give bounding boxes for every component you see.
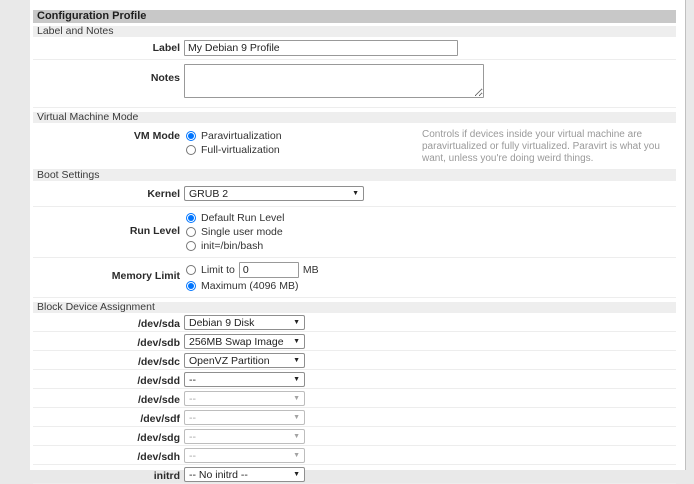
device-select-sdg[interactable]: -- ▼ bbox=[184, 429, 305, 444]
dropdown-arrow-icon: ▼ bbox=[352, 190, 359, 198]
memory-limit-max-radio[interactable] bbox=[186, 281, 196, 291]
run-level-init-bash-label: init=/bin/bash bbox=[201, 240, 263, 252]
device-select-sdd[interactable]: -- ▼ bbox=[184, 372, 305, 387]
device-select-sde-value: -- bbox=[189, 393, 196, 405]
device-row-sdf: /dev/sdf -- ▼ bbox=[33, 408, 676, 427]
memory-limit-unit-label: MB bbox=[303, 264, 319, 276]
device-label-sdf: /dev/sdf bbox=[33, 410, 184, 425]
memory-limit-input[interactable] bbox=[239, 262, 299, 278]
section-heading-block-devices: Block Device Assignment bbox=[33, 302, 676, 313]
device-label-sdb: /dev/sdb bbox=[33, 334, 184, 349]
device-select-sda[interactable]: Debian 9 Disk ▼ bbox=[184, 315, 305, 330]
memory-limit-to-radio[interactable] bbox=[186, 265, 196, 275]
device-select-initrd-value: -- No initrd -- bbox=[189, 469, 248, 481]
dropdown-arrow-icon: ▼ bbox=[293, 433, 300, 441]
dropdown-arrow-icon: ▼ bbox=[293, 376, 300, 384]
device-select-sda-value: Debian 9 Disk bbox=[189, 317, 254, 329]
kernel-row: Kernel GRUB 2 ▼ bbox=[33, 181, 676, 207]
dropdown-arrow-icon: ▼ bbox=[293, 452, 300, 460]
device-select-sdb[interactable]: 256MB Swap Image ▼ bbox=[184, 334, 305, 349]
section-heading-boot-settings: Boot Settings bbox=[33, 170, 676, 181]
vm-mode-help-text: Controls if devices inside your virtual … bbox=[422, 128, 676, 165]
section-heading-vm-mode: Virtual Machine Mode bbox=[33, 112, 676, 123]
dropdown-arrow-icon: ▼ bbox=[293, 414, 300, 422]
device-row-sdd: /dev/sdd -- ▼ bbox=[33, 370, 676, 389]
notes-textarea[interactable] bbox=[184, 64, 484, 98]
device-label-sda: /dev/sda bbox=[33, 315, 184, 330]
field-label-memory-limit: Memory Limit bbox=[33, 261, 184, 282]
field-label-vm-mode: VM Mode bbox=[33, 128, 184, 142]
vm-mode-fullvirt-label: Full-virtualization bbox=[201, 144, 280, 156]
device-row-sde: /dev/sde -- ▼ bbox=[33, 389, 676, 408]
run-level-row: Run Level Default Run Level Single user … bbox=[33, 207, 676, 258]
run-level-single-user-label: Single user mode bbox=[201, 226, 283, 238]
vm-mode-row: VM Mode Paravirtualization Full-virtuali… bbox=[33, 123, 676, 170]
device-select-initrd[interactable]: -- No initrd -- ▼ bbox=[184, 467, 305, 482]
run-level-init-bash-radio[interactable] bbox=[186, 241, 196, 251]
vm-mode-fullvirt-radio[interactable] bbox=[186, 145, 196, 155]
dropdown-arrow-icon: ▼ bbox=[293, 338, 300, 346]
device-select-sdd-value: -- bbox=[189, 374, 196, 386]
vm-mode-paravirt-label: Paravirtualization bbox=[201, 130, 282, 142]
section-heading-label-and-notes: Label and Notes bbox=[33, 26, 676, 37]
dropdown-arrow-icon: ▼ bbox=[293, 471, 300, 479]
label-row: Label bbox=[33, 37, 676, 60]
device-label-initrd: initrd bbox=[33, 467, 184, 482]
memory-limit-row: Memory Limit Limit to MB Maximum (4096 M… bbox=[33, 258, 676, 298]
label-input[interactable] bbox=[184, 40, 458, 56]
device-select-sdf[interactable]: -- ▼ bbox=[184, 410, 305, 425]
kernel-select[interactable]: GRUB 2 ▼ bbox=[184, 186, 364, 201]
device-select-sde[interactable]: -- ▼ bbox=[184, 391, 305, 406]
device-row-sda: /dev/sda Debian 9 Disk ▼ bbox=[33, 313, 676, 332]
device-label-sdc: /dev/sdc bbox=[33, 353, 184, 368]
device-row-sdg: /dev/sdg -- ▼ bbox=[33, 427, 676, 446]
vm-mode-paravirt-radio[interactable] bbox=[186, 131, 196, 141]
run-level-single-user-radio[interactable] bbox=[186, 227, 196, 237]
device-row-sdb: /dev/sdb 256MB Swap Image ▼ bbox=[33, 332, 676, 351]
device-select-sdh-value: -- bbox=[189, 450, 196, 462]
field-label-notes: Notes bbox=[33, 64, 184, 84]
device-select-sdg-value: -- bbox=[189, 431, 196, 443]
device-select-sdh[interactable]: -- ▼ bbox=[184, 448, 305, 463]
device-row-sdh: /dev/sdh -- ▼ bbox=[33, 446, 676, 465]
field-label-run-level: Run Level bbox=[33, 210, 184, 237]
notes-row: Notes bbox=[33, 60, 676, 108]
device-select-sdc-value: OpenVZ Partition bbox=[189, 355, 270, 367]
run-level-default-radio[interactable] bbox=[186, 213, 196, 223]
dropdown-arrow-icon: ▼ bbox=[293, 357, 300, 365]
device-select-sdb-value: 256MB Swap Image bbox=[189, 336, 284, 348]
field-label-kernel: Kernel bbox=[33, 186, 184, 200]
device-row-initrd: initrd -- No initrd -- ▼ bbox=[33, 465, 676, 484]
device-row-sdc: /dev/sdc OpenVZ Partition ▼ bbox=[33, 351, 676, 370]
device-select-sdc[interactable]: OpenVZ Partition ▼ bbox=[184, 353, 305, 368]
device-label-sde: /dev/sde bbox=[33, 391, 184, 406]
device-label-sdd: /dev/sdd bbox=[33, 372, 184, 387]
page-title: Configuration Profile bbox=[33, 10, 676, 23]
run-level-default-label: Default Run Level bbox=[201, 212, 284, 224]
memory-limit-to-label: Limit to bbox=[201, 264, 235, 276]
device-label-sdh: /dev/sdh bbox=[33, 448, 184, 463]
device-label-sdg: /dev/sdg bbox=[33, 429, 184, 444]
configuration-profile-panel: Configuration Profile Label and Notes La… bbox=[30, 0, 686, 470]
dropdown-arrow-icon: ▼ bbox=[293, 319, 300, 327]
dropdown-arrow-icon: ▼ bbox=[293, 395, 300, 403]
kernel-select-value: GRUB 2 bbox=[189, 188, 228, 200]
field-label-label: Label bbox=[33, 40, 184, 54]
memory-limit-max-label: Maximum (4096 MB) bbox=[201, 280, 298, 292]
device-select-sdf-value: -- bbox=[189, 412, 196, 424]
